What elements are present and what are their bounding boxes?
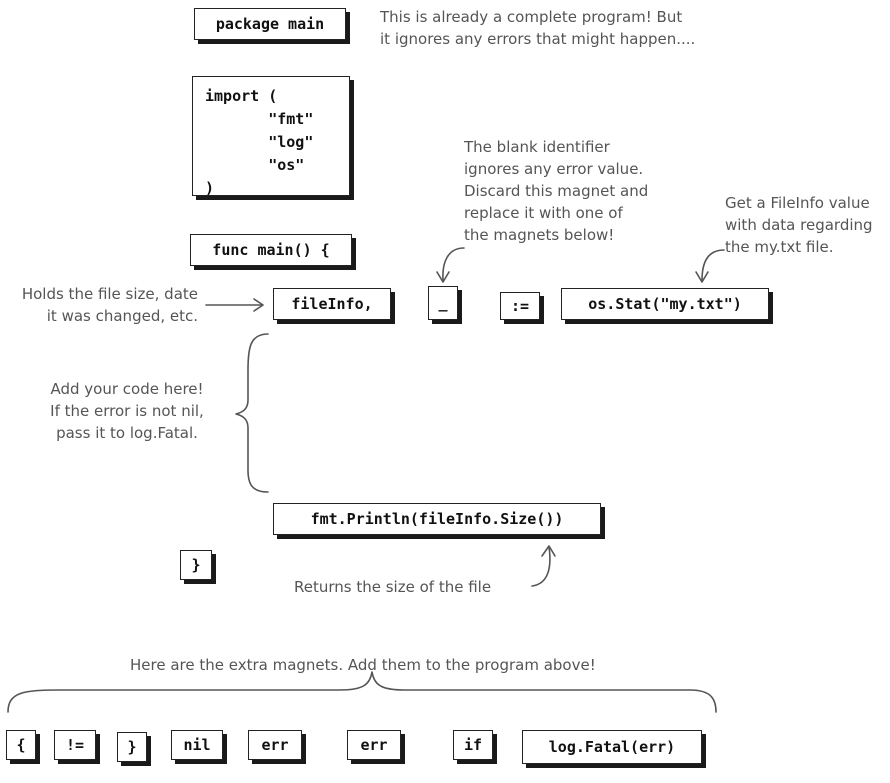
brace-extra-magnets: [7, 671, 717, 713]
arrow-head-println: [541, 545, 556, 557]
magnet-func-main[interactable]: func main() {: [190, 234, 352, 266]
note-complete-program: This is already a complete program! But …: [380, 8, 696, 48]
arrow-to-stat: [701, 249, 725, 281]
extra-magnet-err-2[interactable]: err: [347, 730, 401, 760]
magnet-close-brace[interactable]: }: [180, 550, 212, 580]
extra-magnet-nil[interactable]: nil: [171, 730, 223, 760]
brace-add-code: [235, 333, 269, 493]
extra-magnet-log-fatal[interactable]: log.Fatal(err): [522, 730, 702, 764]
note-holds-size: Holds the file size, date it was changed…: [21, 285, 198, 325]
import-line: "log": [205, 133, 314, 151]
arrow-head-blank: [436, 271, 450, 283]
magnet-os-stat[interactable]: os.Stat("my.txt"): [561, 288, 769, 320]
arrow-to-blank: [442, 247, 465, 281]
magnet-fileinfo[interactable]: fileInfo,: [273, 288, 391, 320]
import-line: ): [205, 179, 215, 197]
magnet-println[interactable]: fmt.Println(fileInfo.Size()): [273, 503, 601, 535]
note-extra-magnets: Here are the extra magnets. Add them to …: [130, 656, 596, 674]
magnet-assign[interactable]: :=: [500, 292, 540, 320]
note-add-code: Add your code here! If the error is not …: [50, 380, 204, 442]
extra-magnet-err-1[interactable]: err: [248, 730, 302, 760]
note-returns-size: Returns the size of the file: [294, 578, 492, 596]
magnet-package-main[interactable]: package main: [194, 8, 346, 40]
extra-magnet-not-equal[interactable]: !=: [54, 730, 96, 760]
arrow-to-println: [531, 546, 551, 587]
magnet-import-block[interactable]: import ( "fmt" "log" "os" ): [192, 76, 350, 197]
import-line: "os": [205, 156, 305, 174]
import-line: "fmt": [205, 110, 314, 128]
extra-magnet-if[interactable]: if: [453, 730, 493, 760]
extra-magnet-close-brace[interactable]: }: [117, 732, 147, 762]
arrow-head-stat: [695, 271, 709, 283]
arrow-head-fileinfo: [253, 298, 264, 312]
extra-magnet-open-brace[interactable]: {: [6, 730, 36, 760]
import-line: import (: [205, 87, 278, 105]
note-blank-identifier: The blank identifier ignores any error v…: [464, 138, 649, 244]
magnet-blank-identifier[interactable]: _: [428, 286, 458, 320]
note-fileinfo-value: Get a FileInfo value with data regarding…: [725, 194, 873, 256]
